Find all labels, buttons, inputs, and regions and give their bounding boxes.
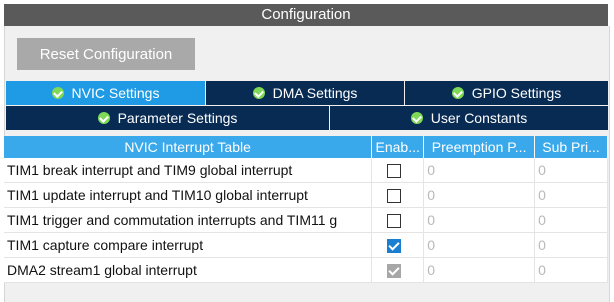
tab-label: User Constants	[430, 110, 528, 126]
sub-priority[interactable]: 0	[534, 257, 608, 283]
sub-priority[interactable]: 0	[534, 232, 608, 258]
tab-label: Parameter Settings	[117, 110, 238, 126]
enabled-cell	[371, 182, 425, 208]
table-row[interactable]: TIM1 trigger and commutation interrupts …	[4, 207, 608, 233]
nvic-interrupt-table: NVIC Interrupt Table Enab... Preemption …	[4, 136, 608, 283]
table-row[interactable]: TIM1 update interrupt and TIM10 global i…	[4, 182, 608, 208]
panel-title: Configuration	[4, 4, 608, 26]
tab-dma-settings[interactable]: DMA Settings	[206, 81, 404, 105]
sub-priority[interactable]: 0	[534, 182, 608, 208]
enabled-cell	[371, 257, 425, 283]
column-header-sub-priority[interactable]: Sub Pri...	[534, 136, 608, 158]
interrupt-name: TIM1 trigger and commutation interrupts …	[4, 207, 373, 233]
enabled-checkbox[interactable]	[387, 164, 402, 179]
check-circle-icon	[97, 112, 110, 124]
check-circle-icon	[410, 112, 423, 124]
tab-nvic-settings[interactable]: NVIC Settings	[6, 81, 205, 105]
check-circle-icon	[451, 87, 464, 99]
sub-priority[interactable]: 0	[534, 158, 608, 183]
preemption-priority[interactable]: 0	[423, 257, 536, 283]
enabled-checkbox[interactable]	[387, 239, 402, 254]
tab-label: GPIO Settings	[471, 85, 562, 101]
interrupt-name: DMA2 stream1 global interrupt	[4, 257, 373, 283]
configuration-panel: Configuration Reset Configuration NVIC S…	[0, 0, 614, 302]
enabled-cell	[371, 232, 425, 258]
preemption-priority[interactable]: 0	[423, 158, 536, 183]
enabled-cell	[371, 207, 425, 233]
tab-label: DMA Settings	[272, 85, 358, 101]
preemption-priority[interactable]: 0	[423, 232, 536, 258]
interrupt-name: TIM1 capture compare interrupt	[4, 232, 373, 258]
column-header-enabled[interactable]: Enab...	[371, 136, 425, 158]
column-header-preemption[interactable]: Preemption P...	[423, 136, 536, 158]
table-header-row: NVIC Interrupt Table Enab... Preemption …	[4, 136, 608, 158]
enabled-checkbox[interactable]	[387, 214, 402, 229]
preemption-priority[interactable]: 0	[423, 207, 536, 233]
reset-configuration-button[interactable]: Reset Configuration	[17, 38, 195, 70]
tab-label: NVIC Settings	[71, 85, 160, 101]
preemption-priority[interactable]: 0	[423, 182, 536, 208]
enabled-checkbox[interactable]	[387, 189, 402, 204]
check-circle-icon	[51, 87, 64, 99]
table-row[interactable]: TIM1 capture compare interrupt 0 0	[4, 232, 608, 258]
enabled-cell	[371, 158, 425, 183]
enabled-checkbox	[387, 264, 402, 279]
table-row[interactable]: DMA2 stream1 global interrupt 0 0	[4, 257, 608, 283]
column-header-interrupt[interactable]: NVIC Interrupt Table	[4, 136, 373, 158]
interrupt-name: TIM1 break interrupt and TIM9 global int…	[4, 158, 373, 183]
interrupt-name: TIM1 update interrupt and TIM10 global i…	[4, 182, 373, 208]
sub-priority[interactable]: 0	[534, 207, 608, 233]
check-circle-icon	[252, 87, 265, 99]
table-row[interactable]: TIM1 break interrupt and TIM9 global int…	[4, 158, 608, 183]
tab-user-constants[interactable]: User Constants	[330, 106, 608, 130]
tab-parameter-settings[interactable]: Parameter Settings	[6, 106, 329, 130]
tab-gpio-settings[interactable]: GPIO Settings	[405, 81, 608, 105]
